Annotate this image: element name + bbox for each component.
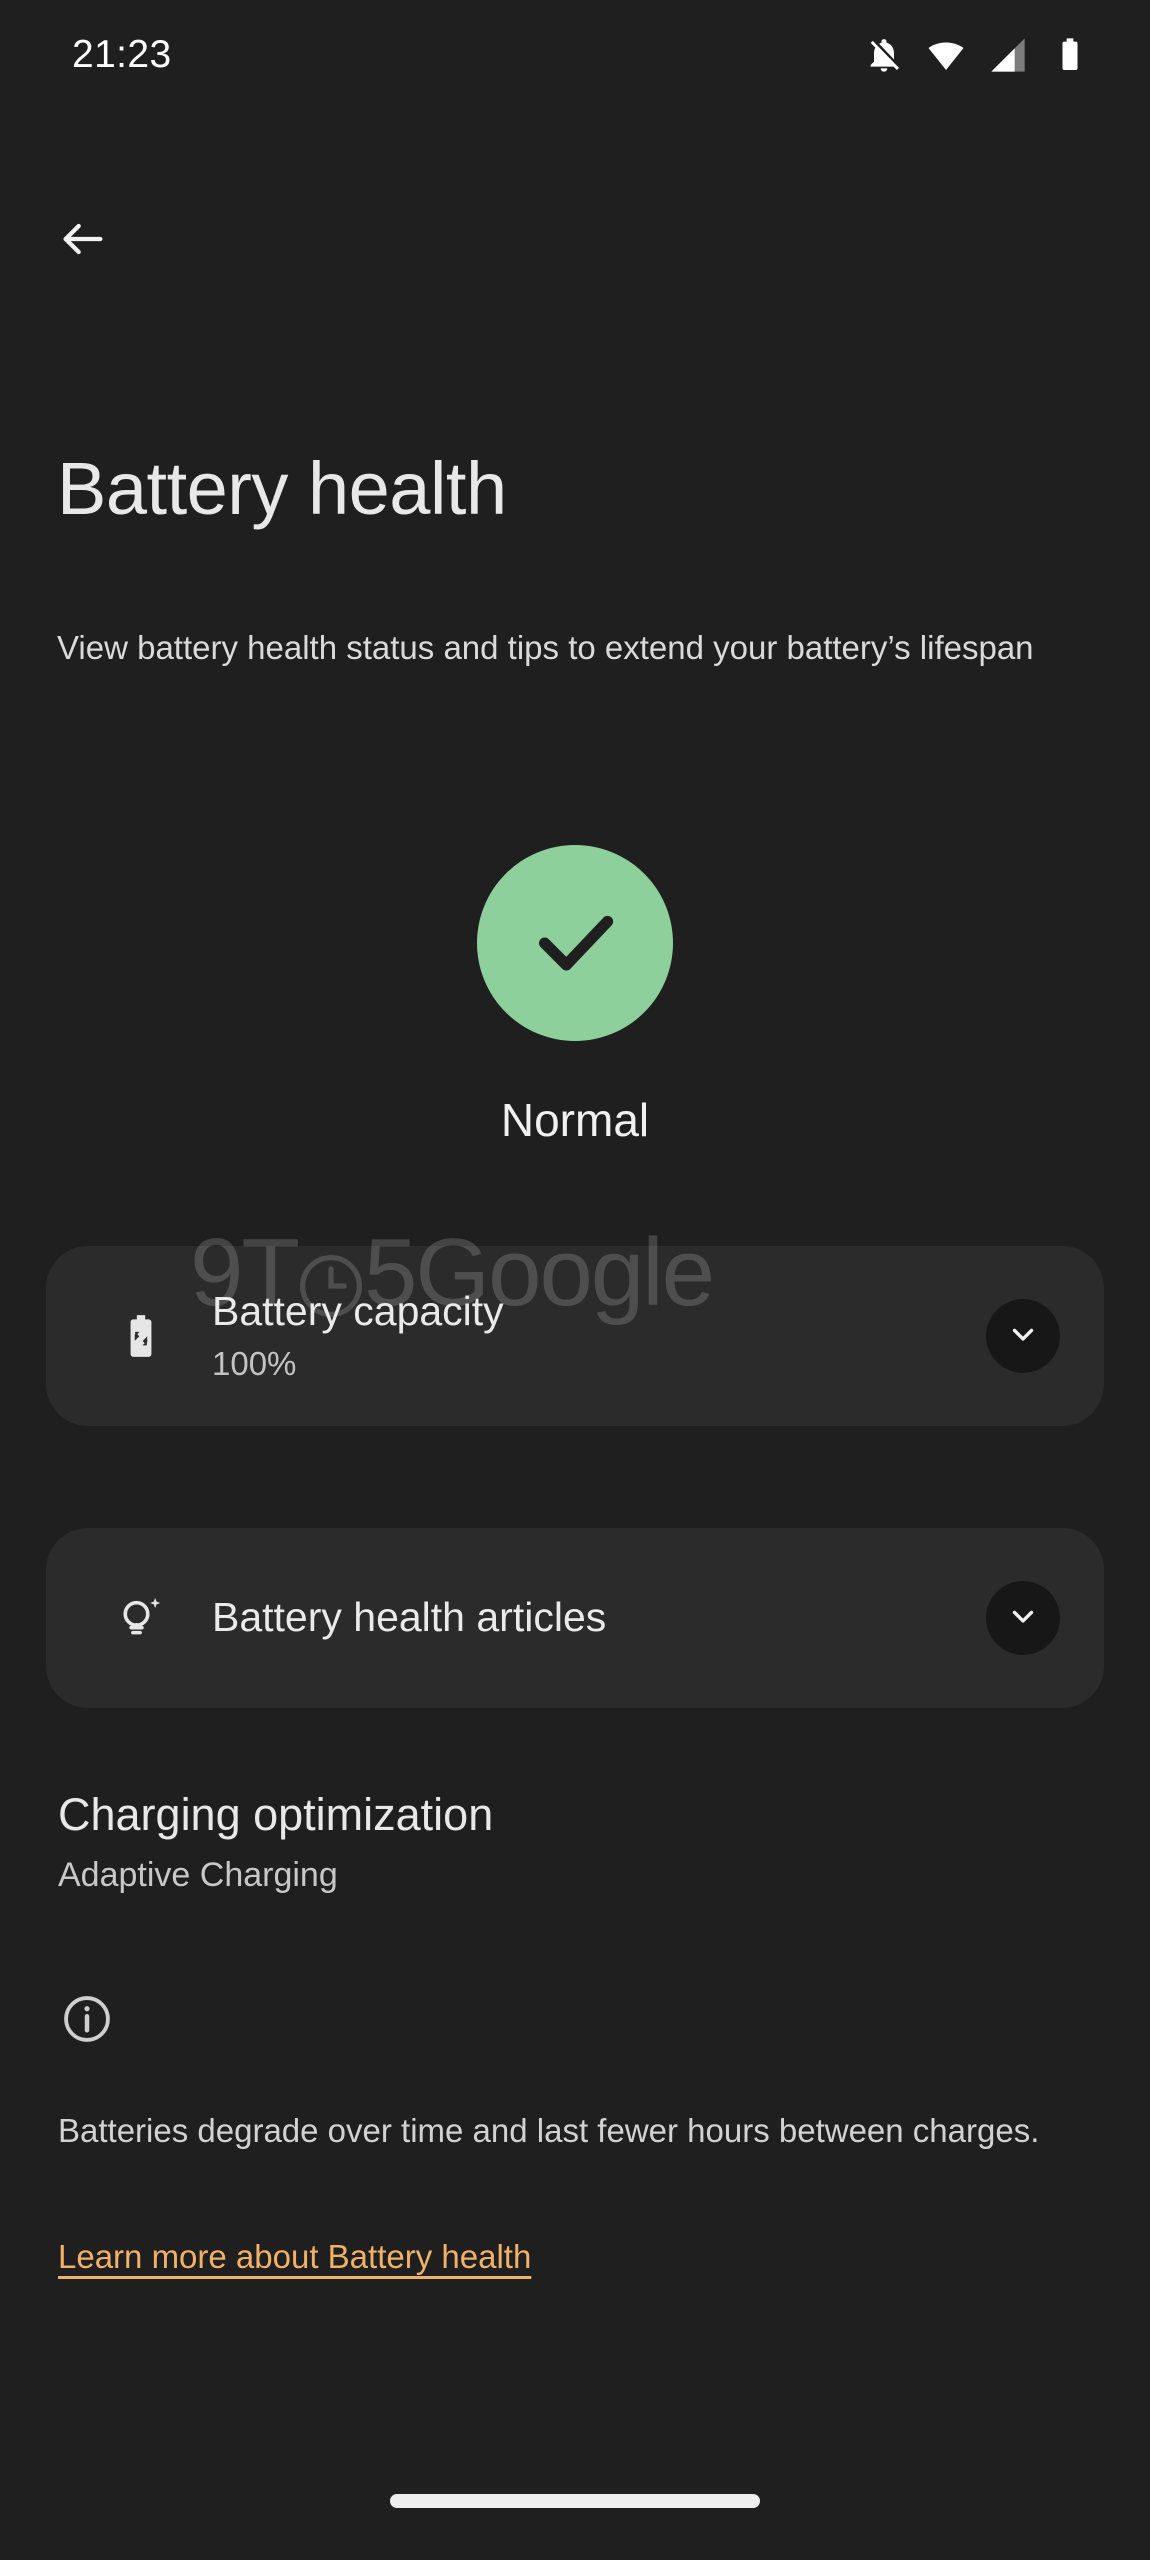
footer-description: Batteries degrade over time and last few… — [58, 2112, 1040, 2149]
chevron-down-icon — [1006, 1599, 1040, 1638]
card-title: Battery health articles — [212, 1594, 607, 1641]
expand-battery-capacity-button[interactable] — [986, 1299, 1060, 1373]
charging-optimization-title: Charging optimization — [58, 1789, 494, 1840]
battery-capacity-card[interactable]: Battery capacity 100% — [46, 1246, 1104, 1426]
lightbulb-sparkle-icon — [112, 1589, 170, 1647]
system-navigation-bar — [0, 2464, 1150, 2560]
battery-health-articles-card[interactable]: Battery health articles — [46, 1528, 1104, 1708]
charging-optimization-section[interactable]: Charging optimization Adaptive Charging — [58, 1790, 493, 1895]
battery-status-hero: Normal — [0, 845, 1150, 1147]
page-title: Battery health — [57, 447, 507, 530]
page-subtitle: View battery health status and tips to e… — [57, 629, 1034, 666]
charging-optimization-value: Adaptive Charging — [58, 1855, 338, 1894]
status-bar-icons — [864, 35, 1090, 75]
back-button[interactable] — [40, 198, 126, 284]
wifi-icon — [926, 35, 966, 75]
learn-more-link[interactable]: Learn more about Battery health — [58, 2238, 531, 2276]
status-label: Normal — [500, 1094, 650, 1146]
check-icon — [523, 889, 627, 998]
notifications-off-icon — [864, 35, 904, 75]
battery-capacity-text: Battery capacity 100% — [212, 1288, 986, 1383]
home-gesture-handle[interactable] — [390, 2494, 760, 2508]
cellular-signal-icon — [988, 35, 1028, 75]
battery-health-screen: 21:23 Battery health View battery health… — [0, 0, 1150, 2560]
battery-health-articles-text: Battery health articles — [212, 1594, 986, 1641]
card-subtitle: 100% — [212, 1344, 297, 1382]
arrow-back-icon — [57, 213, 109, 270]
chevron-down-icon — [1006, 1317, 1040, 1356]
card-title: Battery capacity — [212, 1288, 504, 1335]
status-bar-clock: 21:23 — [72, 33, 172, 76]
battery-icon — [1050, 35, 1090, 75]
battery-exchange-icon — [112, 1307, 170, 1365]
status-bar: 21:23 — [0, 0, 1150, 110]
status-badge — [477, 845, 673, 1041]
info-icon — [60, 1992, 114, 2051]
expand-battery-health-articles-button[interactable] — [986, 1581, 1060, 1655]
